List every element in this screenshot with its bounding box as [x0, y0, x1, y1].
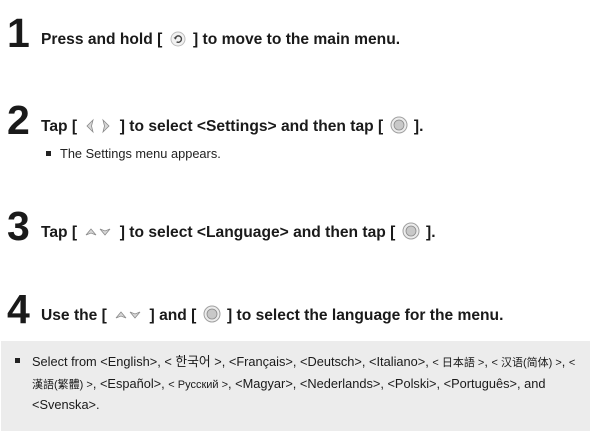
select-button-icon [402, 222, 420, 245]
step-instruction: Press and hold [ ] to move to the main m… [41, 31, 400, 52]
step-instruction: Tap [ ] to select <Language> and then ta… [41, 222, 436, 245]
language-option: < 한국어 > [164, 354, 222, 369]
select-button-icon [390, 116, 408, 139]
language-option: <Français> [228, 354, 293, 369]
up-down-icon [83, 224, 113, 245]
language-option: <Svenska> [32, 397, 97, 412]
bullet-square [15, 358, 20, 363]
left-right-icon [83, 118, 113, 139]
language-option: <Português> [443, 375, 517, 391]
language-option: <English> [100, 354, 158, 369]
language-option: < 日本語 > [432, 357, 485, 369]
step-number: 3 [7, 203, 30, 249]
step-number: 2 [7, 97, 30, 143]
step-4: 4 Use the [ ] and [ ] to select the lang… [7, 289, 503, 331]
step-2: 2 Tap [ ] to select <Settings> and then … [7, 100, 423, 142]
step-number: 4 [7, 286, 30, 332]
step-instruction: Tap [ ] to select <Settings> and then ta… [41, 116, 423, 139]
language-option: <Polski> [387, 375, 437, 391]
step-3: 3 Tap [ ] to select <Language> and then … [7, 206, 436, 248]
step-number: 1 [7, 10, 30, 56]
language-option: <Deutsch> [300, 354, 362, 369]
back-icon [169, 31, 187, 52]
language-option: <Español> [99, 375, 162, 391]
step-1: 1 Press and hold [ ] to move to the main… [7, 13, 400, 55]
language-option: <Magyar> [235, 375, 293, 391]
language-list: Select from <English>, < 한국어 >, <Françai… [32, 354, 576, 412]
language-option: < 汉语(简体) > [491, 357, 562, 369]
step-2-note: The Settings menu appears. [46, 146, 221, 161]
bullet-square [46, 151, 51, 156]
up-down-icon [113, 307, 143, 328]
language-option: <Nederlands> [299, 375, 381, 391]
language-options-box: Select from <English>, < 한국어 >, <Françai… [1, 341, 590, 431]
step-instruction: Use the [ ] and [ ] to select the langua… [41, 305, 503, 328]
language-option: <Italiano> [369, 354, 426, 369]
language-option: < Русский > [168, 378, 229, 391]
select-button-icon [203, 305, 221, 328]
